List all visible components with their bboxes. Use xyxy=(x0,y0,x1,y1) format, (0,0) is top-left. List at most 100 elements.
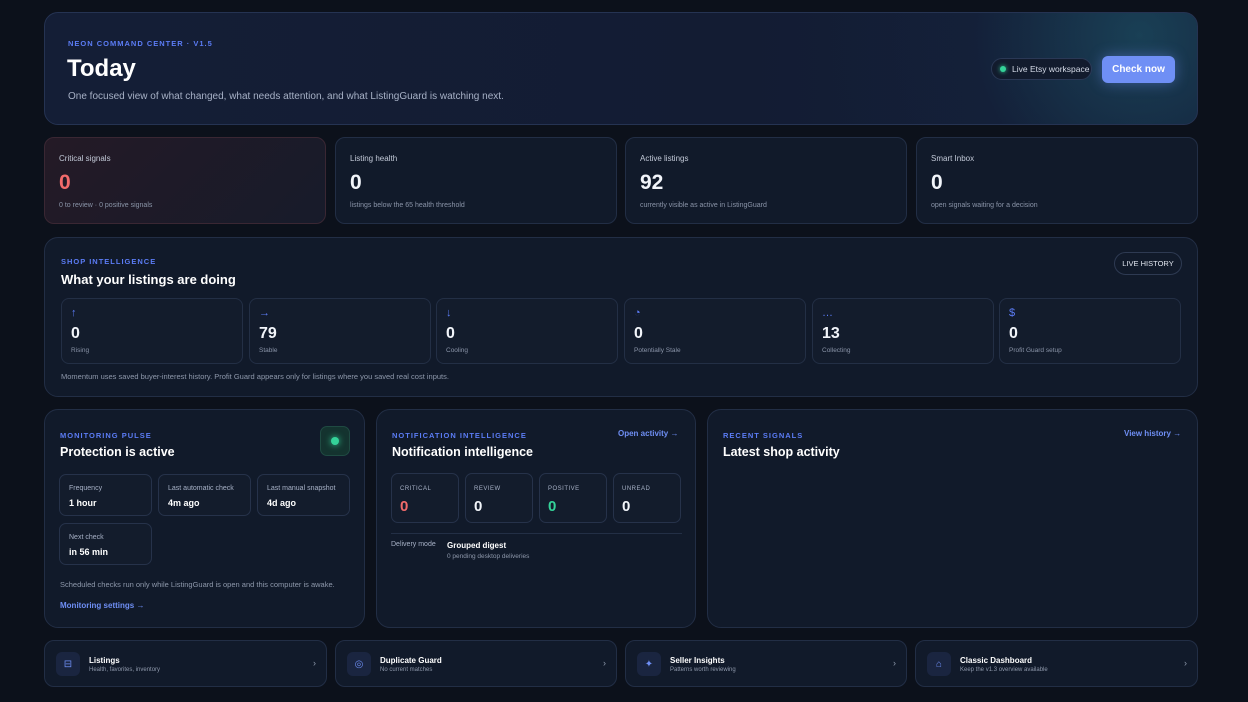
metric-value: 13 xyxy=(822,325,840,342)
stat-label: Critical signals xyxy=(59,154,111,163)
last-automatic-check-box: Last automatic check 4m ago xyxy=(158,474,251,516)
shop-intelligence-panel: SHOP INTELLIGENCE What your listings are… xyxy=(44,237,1198,397)
arrow-down-icon: ↓ xyxy=(446,307,452,319)
stat-card-listing-health[interactable]: Listing health 0 listings below the 65 h… xyxy=(335,137,617,224)
page-title: Today xyxy=(67,55,136,82)
nav-card-title: Seller Insights xyxy=(670,656,725,665)
stat-label: Active listings xyxy=(640,154,689,163)
nav-card-classic-dashboard[interactable]: ⌂ Classic Dashboard Keep the v1.3 overvi… xyxy=(915,640,1198,687)
check-now-button[interactable]: Check now xyxy=(1102,56,1175,83)
ellipsis-icon: … xyxy=(822,307,833,319)
metric-label: Collecting xyxy=(822,347,851,354)
stat-label: Listing health xyxy=(350,154,398,163)
shop-eyebrow: SHOP INTELLIGENCE xyxy=(61,257,157,266)
notif-box-label: REVIEW xyxy=(474,486,501,492)
workspace-label: Live Etsy workspace xyxy=(1012,64,1090,74)
open-activity-link[interactable]: Open activity → xyxy=(618,429,678,438)
metric-collecting[interactable]: … 13 Collecting xyxy=(812,298,994,364)
stat-description: open signals waiting for a decision xyxy=(931,202,1038,209)
nav-card-subtitle: Patterns worth reviewing xyxy=(670,667,736,673)
notif-box-label: POSITIVE xyxy=(548,486,580,492)
metric-value: 79 xyxy=(259,325,277,342)
stat-value: 0 xyxy=(931,171,943,194)
metric-value: 0 xyxy=(1009,325,1018,342)
live-status-dot-icon xyxy=(1000,66,1006,72)
next-check-box: Next check in 56 min xyxy=(59,523,152,565)
stat-card-critical-signals[interactable]: Critical signals 0 0 to review · 0 posit… xyxy=(44,137,326,224)
notif-box-unread: UNREAD 0 xyxy=(613,473,681,523)
nav-card-subtitle: No current matches xyxy=(380,667,433,673)
pending-deliveries-text: 0 pending desktop deliveries xyxy=(447,553,530,560)
notif-box-value: 0 xyxy=(548,498,557,515)
stat-value: 92 xyxy=(640,171,664,194)
clock-icon: ◔ xyxy=(634,307,641,319)
notif-box-critical: CRITICAL 0 xyxy=(391,473,459,523)
pulse-box-value: 4m ago xyxy=(168,498,200,508)
arrow-right-icon: → xyxy=(259,307,270,319)
live-history-button[interactable]: LIVE HISTORY xyxy=(1114,252,1182,275)
pulse-box-label: Frequency xyxy=(69,485,103,492)
metric-label: Stable xyxy=(259,347,278,354)
notif-box-review: REVIEW 0 xyxy=(465,473,533,523)
sparkle-icon: ✦ xyxy=(637,652,661,676)
last-manual-snapshot-box: Last manual snapshot 4d ago xyxy=(257,474,350,516)
monitoring-settings-link[interactable]: Monitoring settings → xyxy=(60,601,144,610)
notif-eyebrow: NOTIFICATION INTELLIGENCE xyxy=(392,431,527,440)
stat-value: 0 xyxy=(350,171,362,194)
nav-card-duplicate-guard[interactable]: ◎ Duplicate Guard No current matches › xyxy=(335,640,617,687)
frequency-box: Frequency 1 hour xyxy=(59,474,152,516)
signals-eyebrow: RECENT SIGNALS xyxy=(723,431,804,440)
shop-title: What your listings are doing xyxy=(61,272,236,287)
home-icon: ⌂ xyxy=(927,652,951,676)
nav-card-listings[interactable]: ⊟ Listings Health, favorites, inventory … xyxy=(44,640,327,687)
notif-box-value: 0 xyxy=(622,498,631,515)
page-subtitle: One focused view of what changed, what n… xyxy=(68,91,504,102)
nav-card-seller-insights[interactable]: ✦ Seller Insights Patterns worth reviewi… xyxy=(625,640,907,687)
stat-description: 0 to review · 0 positive signals xyxy=(59,202,153,209)
stat-card-active-listings[interactable]: Active listings 92 currently visible as … xyxy=(625,137,907,224)
metric-stable[interactable]: → 79 Stable xyxy=(249,298,431,364)
delivery-mode-value: Grouped digest xyxy=(447,541,507,550)
metric-value: 0 xyxy=(446,325,455,342)
nav-card-subtitle: Health, favorites, inventory xyxy=(89,667,161,673)
pulse-box-label: Next check xyxy=(69,534,104,541)
hero-eyebrow: NEON COMMAND CENTER · V1.5 xyxy=(68,39,213,48)
metric-value: 0 xyxy=(71,325,80,342)
hero-header: NEON COMMAND CENTER · V1.5 Today One foc… xyxy=(44,12,1198,125)
nav-card-title: Duplicate Guard xyxy=(380,656,442,665)
nav-card-title: Classic Dashboard xyxy=(960,656,1033,665)
workspace-status-pill: Live Etsy workspace xyxy=(991,58,1092,80)
pulse-box-value: 1 hour xyxy=(69,498,97,508)
monitoring-pulse-panel: MONITORING PULSE Protection is active Fr… xyxy=(44,409,365,628)
pulse-box-value: in 56 min xyxy=(69,547,109,557)
dollar-icon: $ xyxy=(1009,307,1016,319)
notification-intelligence-panel: NOTIFICATION INTELLIGENCE Notification i… xyxy=(376,409,696,628)
chevron-right-icon: › xyxy=(893,658,896,668)
pulse-note: Scheduled checks run only while ListingG… xyxy=(60,580,335,589)
duplicate-guard-icon: ◎ xyxy=(347,652,371,676)
metric-potentially-stale[interactable]: ◔ 0 Potentially Stale xyxy=(624,298,806,364)
pulse-eyebrow: MONITORING PULSE xyxy=(60,431,152,440)
active-status-icon xyxy=(320,426,350,456)
notif-box-value: 0 xyxy=(474,498,483,515)
stat-value: 0 xyxy=(59,171,71,194)
arrow-up-icon: ↑ xyxy=(71,307,77,319)
metric-rising[interactable]: ↑ 0 Rising xyxy=(61,298,243,364)
metric-cooling[interactable]: ↓ 0 Cooling xyxy=(436,298,618,364)
nav-card-title: Listings xyxy=(89,656,120,665)
metric-profit-guard[interactable]: $ 0 Profit Guard setup xyxy=(999,298,1181,364)
metric-label: Profit Guard setup xyxy=(1009,347,1062,354)
metric-label: Potentially Stale xyxy=(634,347,681,354)
stat-description: currently visible as active in ListingGu… xyxy=(640,202,767,209)
notif-box-positive: POSITIVE 0 xyxy=(539,473,607,523)
pulse-box-label: Last automatic check xyxy=(168,485,234,492)
stat-description: listings below the 65 health threshold xyxy=(350,202,465,209)
stat-card-smart-inbox[interactable]: Smart Inbox 0 open signals waiting for a… xyxy=(916,137,1198,224)
signals-title: Latest shop activity xyxy=(723,445,840,459)
chevron-right-icon: › xyxy=(1184,658,1187,668)
listings-icon: ⊟ xyxy=(56,652,80,676)
notif-title: Notification intelligence xyxy=(392,445,533,459)
view-history-link[interactable]: View history → xyxy=(1124,429,1181,438)
stat-label: Smart Inbox xyxy=(931,154,975,163)
metric-label: Cooling xyxy=(446,347,469,354)
